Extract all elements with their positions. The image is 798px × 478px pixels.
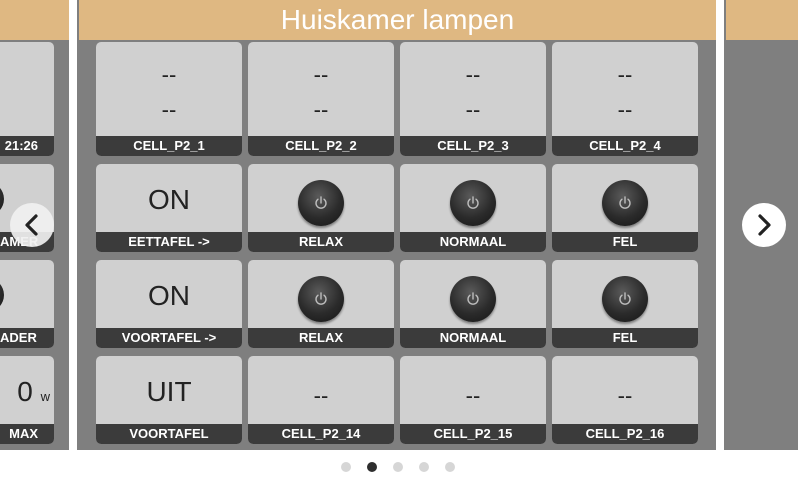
power-icon[interactable] xyxy=(450,276,496,322)
pager-dot-5[interactable] xyxy=(445,462,455,472)
left-cell-4[interactable]: 0 w MAX xyxy=(0,356,54,444)
cell-value-line1: -- xyxy=(161,62,177,87)
cell-label: CELL_P2_1 xyxy=(96,136,242,156)
left-cell-clock[interactable]: 21:26 xyxy=(0,42,54,156)
left-cell-time-label: 21:26 xyxy=(0,136,54,156)
voortafel-fel-button[interactable]: FEL xyxy=(552,260,698,348)
cell-value-line2: -- xyxy=(313,97,329,122)
eettafel-relax-button[interactable]: RELAX xyxy=(248,164,394,252)
left-cell-4-label: MAX xyxy=(0,424,54,444)
left-cell-3-label: ADER xyxy=(0,328,54,348)
voortafel-toggle[interactable]: ON VOORTAFEL -> xyxy=(96,260,242,348)
chevron-left-icon xyxy=(25,214,38,236)
previous-page-button[interactable] xyxy=(10,203,54,247)
light-state: ON xyxy=(148,184,190,215)
cell-label: EETTAFEL -> xyxy=(96,232,242,252)
cell-value-line1: -- xyxy=(465,62,481,87)
cell-label: CELL_P2_4 xyxy=(552,136,698,156)
page-separator xyxy=(716,0,724,450)
cell-label: CELL_P2_16 xyxy=(552,424,698,444)
power-icon[interactable] xyxy=(0,278,4,312)
cell-label: NORMAAL xyxy=(400,328,546,348)
cell-label: CELL_P2_15 xyxy=(400,424,546,444)
power-icon[interactable] xyxy=(450,180,496,226)
voortafel-relax-button[interactable]: RELAX xyxy=(248,260,394,348)
cell-value-line2: -- xyxy=(161,97,177,122)
cell-p2-4[interactable]: -- -- CELL_P2_4 xyxy=(552,42,698,156)
page-title: Huiskamer lampen xyxy=(79,0,716,40)
cell-value: -- xyxy=(313,383,329,408)
cell-value: -- xyxy=(465,383,481,408)
voortafel-state-cell[interactable]: UIT VOORTAFEL xyxy=(96,356,242,444)
chevron-right-icon xyxy=(758,214,771,236)
pager-dot-4[interactable] xyxy=(419,462,429,472)
cell-p2-1[interactable]: -- -- CELL_P2_1 xyxy=(96,42,242,156)
cell-label: VOORTAFEL -> xyxy=(96,328,242,348)
light-state: UIT xyxy=(146,376,192,407)
next-page-button[interactable] xyxy=(742,203,786,247)
cell-label: RELAX xyxy=(248,328,394,348)
left-cell-3[interactable]: ADER xyxy=(0,260,54,348)
power-icon[interactable] xyxy=(602,180,648,226)
pager-dot-2[interactable] xyxy=(367,462,377,472)
power-icon[interactable] xyxy=(298,180,344,226)
cell-label: RELAX xyxy=(248,232,394,252)
voortafel-normaal-button[interactable]: NORMAAL xyxy=(400,260,546,348)
next-page-header xyxy=(726,0,798,40)
eettafel-normaal-button[interactable]: NORMAAL xyxy=(400,164,546,252)
cell-p2-14[interactable]: -- CELL_P2_14 xyxy=(248,356,394,444)
carousel: 21:26 AMER ADER 0 w MAX Huiskamer lampen… xyxy=(0,0,798,450)
left-cell-4-value: 0 w xyxy=(17,376,50,408)
power-value: 0 xyxy=(17,376,33,407)
pager-dot-3[interactable] xyxy=(393,462,403,472)
power-icon[interactable] xyxy=(602,276,648,322)
cell-label: FEL xyxy=(552,232,698,252)
power-icon[interactable] xyxy=(0,182,4,216)
cell-label: NORMAAL xyxy=(400,232,546,252)
cell-value-line1: -- xyxy=(617,62,633,87)
cell-p2-3[interactable]: -- -- CELL_P2_3 xyxy=(400,42,546,156)
light-state: ON xyxy=(148,280,190,311)
current-page: Huiskamer lampen -- -- CELL_P2_1 -- -- C… xyxy=(79,0,716,450)
cell-value: -- xyxy=(617,383,633,408)
cell-label: CELL_P2_3 xyxy=(400,136,546,156)
cell-p2-16[interactable]: -- CELL_P2_16 xyxy=(552,356,698,444)
power-icon[interactable] xyxy=(298,276,344,322)
pager-dot-1[interactable] xyxy=(341,462,351,472)
power-unit: w xyxy=(40,389,50,404)
cell-value-line2: -- xyxy=(465,97,481,122)
eettafel-toggle[interactable]: ON EETTAFEL -> xyxy=(96,164,242,252)
cell-p2-15[interactable]: -- CELL_P2_15 xyxy=(400,356,546,444)
cell-label: FEL xyxy=(552,328,698,348)
cell-value-line1: -- xyxy=(313,62,329,87)
eettafel-fel-button[interactable]: FEL xyxy=(552,164,698,252)
cell-label: CELL_P2_2 xyxy=(248,136,394,156)
previous-page-header xyxy=(0,0,69,40)
cell-value-line2: -- xyxy=(617,97,633,122)
page-separator xyxy=(69,0,77,450)
cell-label: CELL_P2_14 xyxy=(248,424,394,444)
cell-label: VOORTAFEL xyxy=(96,424,242,444)
cell-p2-2[interactable]: -- -- CELL_P2_2 xyxy=(248,42,394,156)
